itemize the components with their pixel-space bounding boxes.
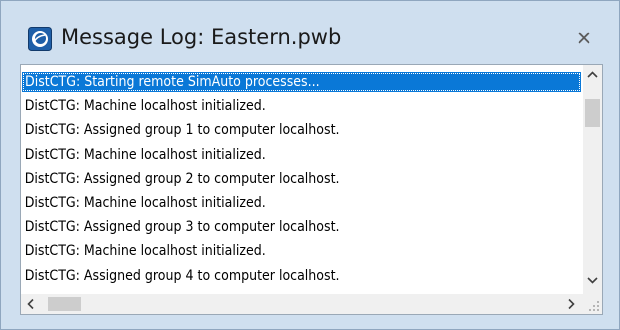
- list-item[interactable]: DistCTG: Assigned group 1 to computer lo…: [22, 120, 525, 140]
- scroll-down-arrow-icon[interactable]: [583, 271, 602, 290]
- horizontal-scroll-thumb[interactable]: [48, 297, 81, 311]
- message-list-box: DistCTG: Starting remote SimAuto process…: [20, 64, 603, 315]
- resize-grip-icon[interactable]: [583, 294, 602, 314]
- list-item[interactable]: DistCTG: Assigned group 2 to computer lo…: [22, 169, 525, 189]
- list-item[interactable]: DistCTG: Machine localhost initialized.: [22, 193, 525, 213]
- list-item[interactable]: DistCTG: Machine localhost initialized.: [22, 96, 525, 116]
- scroll-right-arrow-icon[interactable]: [561, 294, 581, 314]
- list-item[interactable]: DistCTG: Starting remote SimAuto process…: [22, 72, 581, 92]
- list-item[interactable]: DistCTG: Machine localhost initialized.: [22, 145, 525, 165]
- list-item[interactable]: DistCTG: Assigned group 4 to computer lo…: [22, 266, 525, 286]
- window-title: Message Log: Eastern.pwb: [61, 25, 342, 49]
- close-icon[interactable]: [573, 27, 595, 49]
- message-log-window: Message Log: Eastern.pwb DistCTG: Starti…: [0, 0, 620, 330]
- message-list[interactable]: DistCTG: Starting remote SimAuto process…: [21, 65, 583, 294]
- title-bar[interactable]: Message Log: Eastern.pwb: [1, 1, 619, 59]
- scroll-left-arrow-icon[interactable]: [21, 294, 41, 314]
- app-icon: [28, 27, 52, 51]
- scroll-up-arrow-icon[interactable]: [583, 65, 602, 84]
- list-item[interactable]: DistCTG: Machine localhost initialized.: [22, 241, 525, 261]
- vertical-scroll-thumb[interactable]: [585, 99, 600, 127]
- list-item-text: DistCTG: Starting remote SimAuto process…: [25, 74, 320, 90]
- list-item[interactable]: DistCTG: Assigned group 3 to computer lo…: [22, 217, 525, 237]
- vertical-scrollbar[interactable]: [583, 65, 602, 294]
- horizontal-scrollbar[interactable]: [21, 294, 583, 314]
